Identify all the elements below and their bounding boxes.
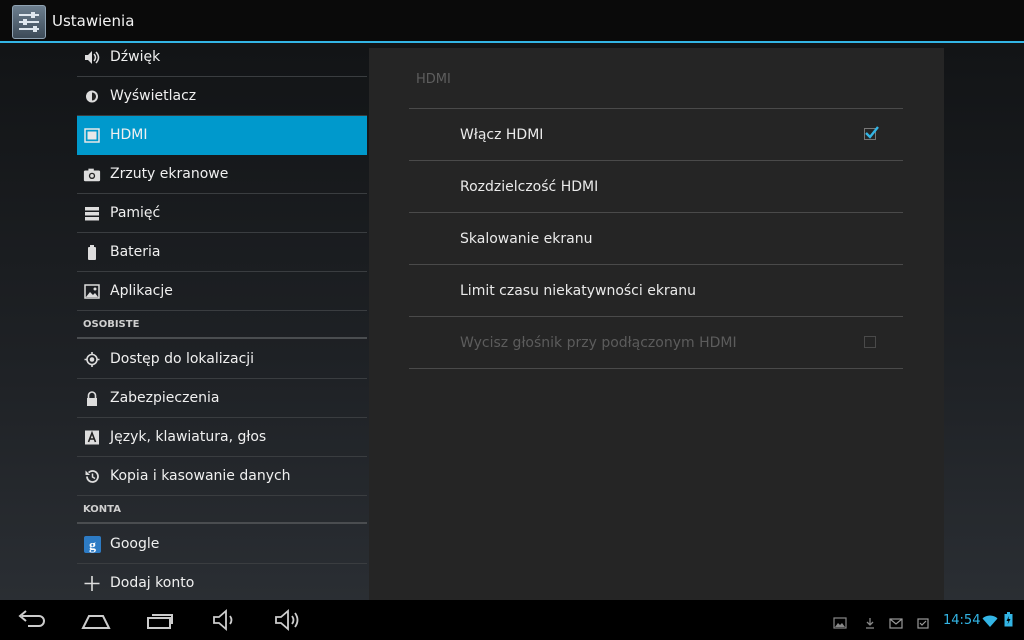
volume-down-icon[interactable] (210, 608, 242, 636)
sidebar-item-label: Aplikacje (110, 283, 173, 299)
volume-up-icon[interactable] (272, 608, 304, 636)
sidebar-item-google[interactable]: g Google (77, 525, 367, 564)
pref-label: Skalowanie ekranu (460, 231, 593, 247)
settings-sliders-icon[interactable] (12, 5, 46, 39)
sidebar-item-language[interactable]: Język, klawiatura, głos (77, 418, 367, 457)
section-header-label: KONTA (83, 504, 121, 515)
system-navigation-bar: 14:54 (0, 600, 1024, 640)
location-icon (83, 351, 101, 368)
speaker-icon (83, 49, 101, 66)
sidebar-item-label: Wyświetlacz (110, 88, 197, 104)
sidebar-item-add-account[interactable]: Dodaj konto (77, 564, 367, 603)
clock[interactable]: 14:54 (943, 613, 980, 628)
pref-label: Rozdzielczość HDMI (460, 179, 599, 195)
back-icon[interactable] (16, 608, 48, 636)
sidebar-item-backup[interactable]: Kopia i kasowanie danych (77, 457, 367, 496)
task-icon[interactable] (916, 614, 930, 633)
sidebar-item-label: Zabezpieczenia (110, 390, 220, 406)
sidebar-item-label: Bateria (110, 244, 161, 260)
sidebar-item-label: Zrzuty ekranowe (110, 166, 229, 182)
sidebar-item-security[interactable]: Zabezpieczenia (77, 379, 367, 418)
battery-charging-icon[interactable] (1004, 612, 1013, 631)
storage-icon (83, 205, 101, 222)
sidebar-item-hdmi[interactable]: HDMI (77, 116, 367, 155)
camera-icon (83, 166, 101, 183)
sidebar-item-label: Kopia i kasowanie danych (110, 468, 291, 484)
enable-hdmi-checkbox[interactable] (864, 126, 879, 140)
backup-restore-icon (83, 468, 101, 485)
sidebar-item-label: HDMI (110, 127, 148, 143)
pref-mute-speaker: Wycisz głośnik przy podłączonym HDMI (409, 317, 903, 369)
wifi-icon[interactable] (982, 613, 998, 632)
hdmi-icon (83, 127, 101, 144)
settings-content: Dźwięk Wyświetlacz HDMI Zrzuty ekranowe … (0, 43, 1024, 600)
app-title: Ustawienia (52, 12, 135, 30)
sidebar-item-apps[interactable]: Aplikacje (77, 272, 367, 311)
sidebar-item-battery[interactable]: Bateria (77, 233, 367, 272)
battery-icon (83, 244, 101, 261)
brightness-icon (83, 88, 101, 105)
panel-title: HDMI (416, 72, 451, 87)
sidebar-item-label: Dodaj konto (110, 575, 195, 591)
hdmi-settings-panel: HDMI Włącz HDMI Rozdzielczość HDMI Skalo… (369, 48, 944, 600)
action-bar: Ustawienia (0, 0, 1024, 43)
apps-icon (83, 283, 101, 300)
pref-enable-hdmi[interactable]: Włącz HDMI (409, 109, 903, 161)
sidebar-item-label: Pamięć (110, 205, 161, 221)
mail-icon[interactable] (889, 614, 903, 633)
pref-screen-scaling[interactable]: Skalowanie ekranu (409, 213, 903, 265)
sidebar-item-location[interactable]: Dostęp do lokalizacji (77, 340, 367, 379)
plus-icon (83, 575, 101, 592)
sidebar-item-label: Google (110, 536, 160, 552)
sidebar-item-label: Dostęp do lokalizacji (110, 351, 255, 367)
recent-apps-icon[interactable] (144, 608, 176, 636)
sidebar-item-sound[interactable]: Dźwięk (77, 38, 367, 77)
home-icon[interactable] (80, 608, 112, 636)
sidebar-item-screenshots[interactable]: Zrzuty ekranowe (77, 155, 367, 194)
mute-speaker-checkbox (864, 336, 876, 348)
sidebar-item-storage[interactable]: Pamięć (77, 194, 367, 233)
download-icon[interactable] (864, 614, 876, 633)
pref-hdmi-resolution[interactable]: Rozdzielczość HDMI (409, 161, 903, 213)
sidebar-item-label: Język, klawiatura, głos (110, 429, 267, 445)
pref-screen-timeout[interactable]: Limit czasu niekatywności ekranu (409, 265, 903, 317)
section-header-label: OSOBISTE (83, 319, 140, 330)
section-header-accounts: KONTA (77, 499, 367, 524)
google-icon: g (83, 536, 101, 553)
settings-sidebar: Dźwięk Wyświetlacz HDMI Zrzuty ekranowe … (77, 43, 367, 600)
pref-label: Włącz HDMI (460, 127, 544, 143)
pref-label: Wycisz głośnik przy podłączonym HDMI (460, 335, 737, 351)
sidebar-item-display[interactable]: Wyświetlacz (77, 77, 367, 116)
svg-text:g: g (89, 539, 96, 554)
pref-label: Limit czasu niekatywności ekranu (460, 283, 697, 299)
section-header-personal: OSOBISTE (77, 314, 367, 339)
language-icon (83, 429, 101, 446)
image-notification-icon[interactable] (833, 614, 847, 633)
sidebar-item-label: Dźwięk (110, 49, 161, 65)
lock-icon (83, 390, 101, 407)
